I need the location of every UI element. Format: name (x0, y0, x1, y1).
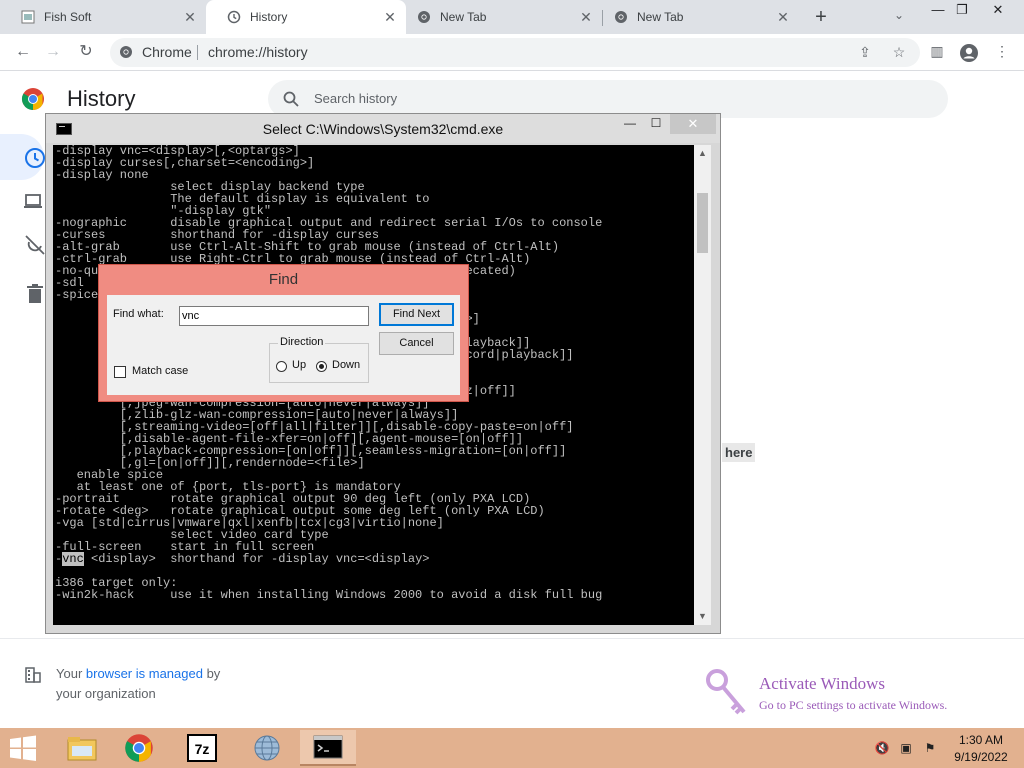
volume-muted-icon[interactable]: 🔇 (874, 741, 890, 755)
direction-up-label[interactable]: Up (292, 359, 306, 371)
activate-subtitle: Go to PC settings to activate Windows. (759, 698, 948, 712)
chrome-logo-icon (22, 88, 44, 110)
find-dialog: Find Find what: Find Next Cancel Directi… (98, 264, 469, 402)
history-clock-icon[interactable] (23, 146, 47, 170)
tab-fish-soft[interactable]: Fish Soft ✕ (0, 0, 206, 34)
page-icon (20, 9, 36, 25)
footer-divider (0, 638, 1024, 639)
direction-up-radio[interactable] (276, 361, 287, 372)
tab-new-tab[interactable]: New Tab ✕ (396, 0, 602, 34)
folder-icon (67, 737, 97, 761)
managed-notice: Your browser is managed by your organiza… (24, 664, 344, 708)
svg-text:7z: 7z (195, 741, 210, 757)
taskbar-chrome[interactable] (111, 730, 167, 766)
console-scrollbar[interactable]: ▲ ▼ (694, 145, 711, 625)
address-bar[interactable]: Chrome chrome://history ⇪ ☆ (110, 38, 920, 67)
profile-avatar-icon[interactable] (959, 43, 979, 63)
restore-icon[interactable]: ❐ (944, 0, 980, 24)
activate-title: Activate Windows (759, 674, 886, 693)
taskbar-browser-globe[interactable] (239, 730, 295, 766)
tab-history[interactable]: History ✕ (206, 0, 406, 34)
direction-label: Direction (278, 336, 326, 348)
managed-line-2: your organization (56, 686, 156, 701)
bookmark-star-icon[interactable]: ☆ (890, 44, 908, 62)
tab-title: History (250, 10, 288, 24)
browser-toolbar: ← → ↻ Chrome chrome://history ⇪ ☆ ▥ ⋮ (0, 34, 1024, 71)
close-icon[interactable]: ✕ (670, 114, 716, 134)
site-label: Chrome (142, 44, 192, 60)
share-icon[interactable]: ⇪ (856, 44, 874, 62)
search-placeholder: Search history (314, 91, 398, 106)
chrome-icon (416, 9, 432, 25)
taskbar-command-prompt[interactable] (300, 730, 356, 766)
trash-icon[interactable] (23, 282, 47, 306)
history-clock-icon (226, 9, 242, 25)
privacy-icon[interactable] (23, 233, 47, 257)
close-icon[interactable]: ✕ (773, 9, 793, 26)
taskbar: 7z 🔇 ▣ ⚑ 1:30 AM 9/19/2022 (0, 728, 1024, 768)
chrome-icon (120, 46, 132, 58)
url-text[interactable]: chrome://history (208, 44, 308, 60)
match-case-checkbox[interactable] (114, 366, 126, 378)
reload-icon[interactable]: ↻ (75, 41, 97, 63)
direction-down-radio[interactable] (316, 361, 327, 372)
side-panel-icon[interactable]: ▥ (927, 43, 947, 63)
scroll-down-icon[interactable]: ▼ (694, 608, 711, 625)
taskbar-7zip[interactable]: 7z (174, 730, 230, 766)
key-icon (706, 669, 746, 715)
7zip-icon: 7z (187, 734, 217, 762)
close-icon[interactable]: ✕ (180, 9, 200, 26)
omnibox-separator (197, 45, 198, 60)
forward-arrow-icon[interactable]: → (42, 41, 64, 63)
find-next-button[interactable]: Find Next (379, 303, 454, 326)
find-what-input[interactable] (179, 306, 369, 326)
scroll-up-icon[interactable]: ▲ (694, 145, 711, 162)
new-tab-button[interactable]: + (808, 4, 834, 30)
tab-title: New Tab (637, 10, 684, 24)
managed-link[interactable]: browser is managed (86, 666, 203, 681)
close-window-icon[interactable]: ✕ (980, 0, 1016, 24)
taskbar-file-explorer[interactable] (54, 730, 110, 766)
direction-down-label[interactable]: Down (332, 359, 360, 371)
match-case-label[interactable]: Match case (132, 365, 188, 377)
cancel-button[interactable]: Cancel (379, 332, 454, 355)
managed-suffix: by (202, 666, 221, 681)
windows-start-icon[interactable] (8, 735, 38, 761)
activate-windows-watermark: Activate Windows Go to PC settings to ac… (704, 666, 1020, 718)
chrome-logo-icon (125, 734, 153, 762)
here-link[interactable]: here (722, 443, 756, 462)
tab-new-tab[interactable]: New Tab ✕ (593, 0, 799, 34)
clock-date[interactable]: 9/19/2022 (952, 750, 1010, 764)
maximize-icon[interactable]: ☐ (645, 116, 667, 136)
globe-icon (254, 735, 280, 761)
managed-prefix: Your (56, 666, 86, 681)
scroll-thumb[interactable] (697, 193, 708, 253)
tab-title: New Tab (440, 10, 487, 24)
chrome-icon (613, 9, 629, 25)
search-icon (283, 91, 299, 107)
chevron-down-icon[interactable]: ⌄ (889, 8, 909, 28)
clock-time[interactable]: 1:30 AM (952, 733, 1010, 747)
cmd-titlebar[interactable]: Select C:\Windows\System32\cmd.exe — ☐ ✕ (46, 114, 720, 143)
console-line: -vnc <display> shorthand for -display vn… (55, 552, 430, 566)
building-icon (25, 667, 41, 683)
page-title: History (67, 86, 136, 111)
console-line: -win2k-hack use it when installing Windo… (55, 588, 603, 602)
back-arrow-icon[interactable]: ← (12, 41, 34, 63)
find-dialog-body: Find what: Find Next Cancel Direction Up… (107, 295, 460, 395)
search-match-highlight: vnc (62, 552, 84, 566)
direction-group: Direction Up Down (269, 336, 369, 383)
find-dialog-title: Find (268, 271, 299, 288)
tab-title: Fish Soft (44, 10, 92, 24)
cmd-icon (313, 735, 343, 759)
devices-icon[interactable] (23, 190, 47, 214)
minimize-icon[interactable]: — (619, 116, 641, 136)
network-icon[interactable]: ▣ (898, 741, 914, 755)
menu-kebab-icon[interactable]: ⋮ (992, 43, 1012, 63)
find-what-label: Find what: (113, 308, 164, 320)
action-center-flag-icon[interactable]: ⚑ (922, 741, 938, 755)
tab-strip: Fish Soft ✕ History ✕ New Tab ✕ New Tab … (0, 0, 1024, 34)
managed-line-1: Your browser is managed by (56, 666, 220, 681)
